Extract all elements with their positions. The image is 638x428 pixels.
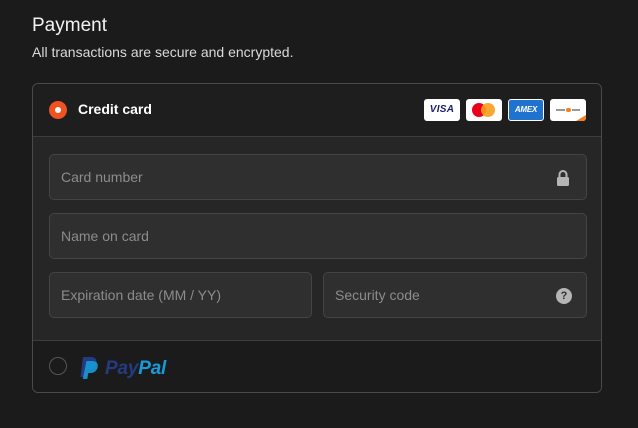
mastercard-logo <box>466 99 502 121</box>
credit-card-form: ? <box>33 136 601 341</box>
name-on-card-input[interactable] <box>50 214 586 258</box>
paypal-option[interactable]: PayPal <box>33 341 601 392</box>
discover-logo-dot <box>566 108 571 112</box>
security-code-field-wrapper: ? <box>323 272 587 318</box>
credit-card-option[interactable]: Credit card VISA AMEX <box>33 84 601 136</box>
paypal-wordmark-pal: Pal <box>138 358 167 379</box>
visa-logo: VISA <box>424 99 460 121</box>
paypal-wordmark: PayPal <box>105 358 166 380</box>
card-number-field-wrapper <box>49 154 587 200</box>
page-title: Payment <box>32 15 107 36</box>
help-icon[interactable]: ? <box>556 288 572 304</box>
amex-logo: AMEX <box>508 99 544 121</box>
paypal-p-icon <box>80 357 98 379</box>
visa-logo-text: VISA <box>429 104 455 115</box>
amex-logo-text: AMEX <box>514 105 538 114</box>
payment-section: Payment All transactions are secure and … <box>0 0 638 428</box>
discover-logo-mark <box>572 109 580 111</box>
security-code-input[interactable] <box>324 273 586 317</box>
name-on-card-field-wrapper <box>49 213 587 259</box>
expiration-date-input[interactable] <box>50 273 311 317</box>
card-number-input[interactable] <box>50 155 586 199</box>
discover-logo-corner <box>576 115 586 121</box>
page-subtitle: All transactions are secure and encrypte… <box>32 44 294 60</box>
credit-card-radio[interactable] <box>49 101 67 119</box>
payment-methods-panel: Credit card VISA AMEX Card number Name o… <box>32 83 602 393</box>
paypal-wordmark-pay: Pay <box>105 358 139 379</box>
lock-icon <box>557 170 569 186</box>
credit-card-label[interactable]: Credit card <box>78 101 152 117</box>
discover-logo <box>550 99 586 121</box>
paypal-radio[interactable] <box>49 357 67 375</box>
discover-logo-mark <box>556 109 565 111</box>
mastercard-orange-circle <box>481 103 495 117</box>
expiration-date-field-wrapper <box>49 272 312 318</box>
